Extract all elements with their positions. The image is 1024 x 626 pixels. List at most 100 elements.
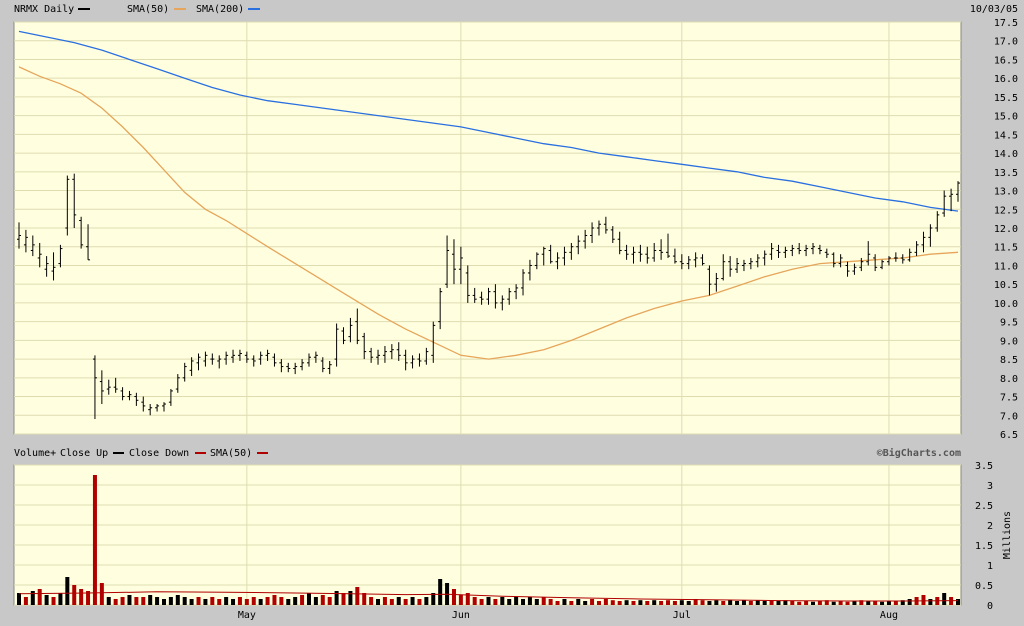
volume-label: Volume+ [14,448,56,459]
volume-bar-down [72,585,77,605]
volume-bar-up [652,600,657,605]
volume-bar-down [403,599,408,605]
volume-bar-down [631,601,636,605]
volume-tick-label: 0 [987,601,993,612]
volume-bar-down [362,593,367,605]
volume-bar-up [127,595,132,605]
price-tick-label: 11.5 [994,243,1018,254]
volume-bar-down [279,597,284,605]
chart-window: NRMX Daily SMA(50) SMA(200) 10/03/05 6.5… [0,0,1024,622]
volume-bar-down [610,600,615,605]
volume-bar-up [638,600,643,605]
volume-bar-up [348,591,353,605]
volume-bar-down [721,601,726,605]
price-tick-label: 16.5 [994,55,1018,66]
volume-bar-up [148,595,153,605]
volume-bar-up [576,599,581,605]
volume-bar-down [37,589,42,605]
volume-bar-down [196,597,201,605]
sma200-legend-label: SMA(200) [196,4,244,15]
price-tick-label: 15.5 [994,93,1018,104]
volume-bar-up [438,579,443,605]
price-tick-label: 9.0 [1000,336,1018,347]
volume-bar-down [748,601,753,605]
volume-bar-up [942,593,947,605]
price-tick-label: 9.5 [1000,318,1018,329]
price-tick-label: 17.0 [994,37,1018,48]
volume-bar-down [113,599,118,605]
volume-bar-up [956,599,960,605]
volume-bar-down [548,599,553,605]
price-tick-label: 15.0 [994,112,1018,123]
volume-bar-down [382,597,387,605]
close-down-label: Close Down [129,448,189,459]
volume-bar-up [866,601,871,605]
volume-tick-label: 3.5 [975,461,993,472]
volume-bar-down [479,599,484,605]
volume-bar-up [224,597,229,605]
volume-bar-up [514,597,519,605]
volume-bar-up [714,600,719,605]
volume-bar-up [182,597,187,605]
price-tick-label: 12.5 [994,205,1018,216]
volume-bar-up [762,601,767,605]
volume-bar-down [493,599,498,605]
volume-bar-up [410,597,415,605]
price-tick-label: 13.5 [994,168,1018,179]
volume-bar-down [369,597,374,605]
volume-bar-up [755,600,760,605]
volume-bar-up [886,601,891,605]
volume-bar-up [562,599,567,605]
volume-bar-up [679,600,684,605]
volume-bar-down [893,601,898,605]
volume-bar-down [659,601,664,605]
x-axis-month-labels: MayJunJulAugSep [238,610,898,621]
volume-y-axis-label: Millions [1002,511,1013,559]
volume-bar-up [624,600,629,605]
price-tick-label: 7.5 [1000,393,1018,404]
volume-bar-down [417,599,422,605]
volume-bar-up [396,597,401,605]
volume-bar-up [707,601,712,605]
volume-tick-label: 2.5 [975,501,993,512]
volume-bar-down [541,597,546,605]
volume-bar-up [521,599,526,605]
close-up-label: Close Up [60,448,108,459]
volume-bar-down [251,597,256,605]
volume-bar-down [555,601,560,605]
volume-bar-down [458,595,463,605]
volume-bar-down [804,601,809,605]
chart-date: 10/03/05 [970,4,1018,15]
symbol-label: NRMX Daily [14,4,74,15]
volume-bar-up [424,597,429,605]
volume-bar-up [313,597,318,605]
volume-bar-down [666,600,671,605]
volume-bar-down [838,601,843,605]
volume-bar-up [17,593,21,605]
volume-bar-down [79,589,84,605]
volume-bar-up [811,601,816,605]
volume-bar-down [320,595,325,605]
volume-bar-up [106,597,111,605]
volume-bar-down [472,597,477,605]
volume-bar-down [845,601,850,605]
volume-bar-up [507,599,512,605]
volume-bar-down [141,597,146,605]
volume-bar-up [293,597,298,605]
volume-bar-up [735,601,740,605]
volume-bar-down [672,601,677,605]
volume-bar-up [286,599,291,605]
volume-bar-down [700,600,705,605]
volume-bar-up [928,599,933,605]
volume-bar-up [776,601,781,605]
price-tick-label: 12.0 [994,224,1018,235]
sma50-legend-label: SMA(50) [127,4,169,15]
volume-bar-down [817,601,822,605]
volume-bar-down [300,595,305,605]
volume-bar-down [569,601,574,605]
volume-bar-down [603,599,608,605]
volume-bar-down [237,597,242,605]
month-label: Jun [452,610,470,621]
volume-tick-label: 2 [987,521,993,532]
volume-tick-label: 1 [987,561,993,572]
